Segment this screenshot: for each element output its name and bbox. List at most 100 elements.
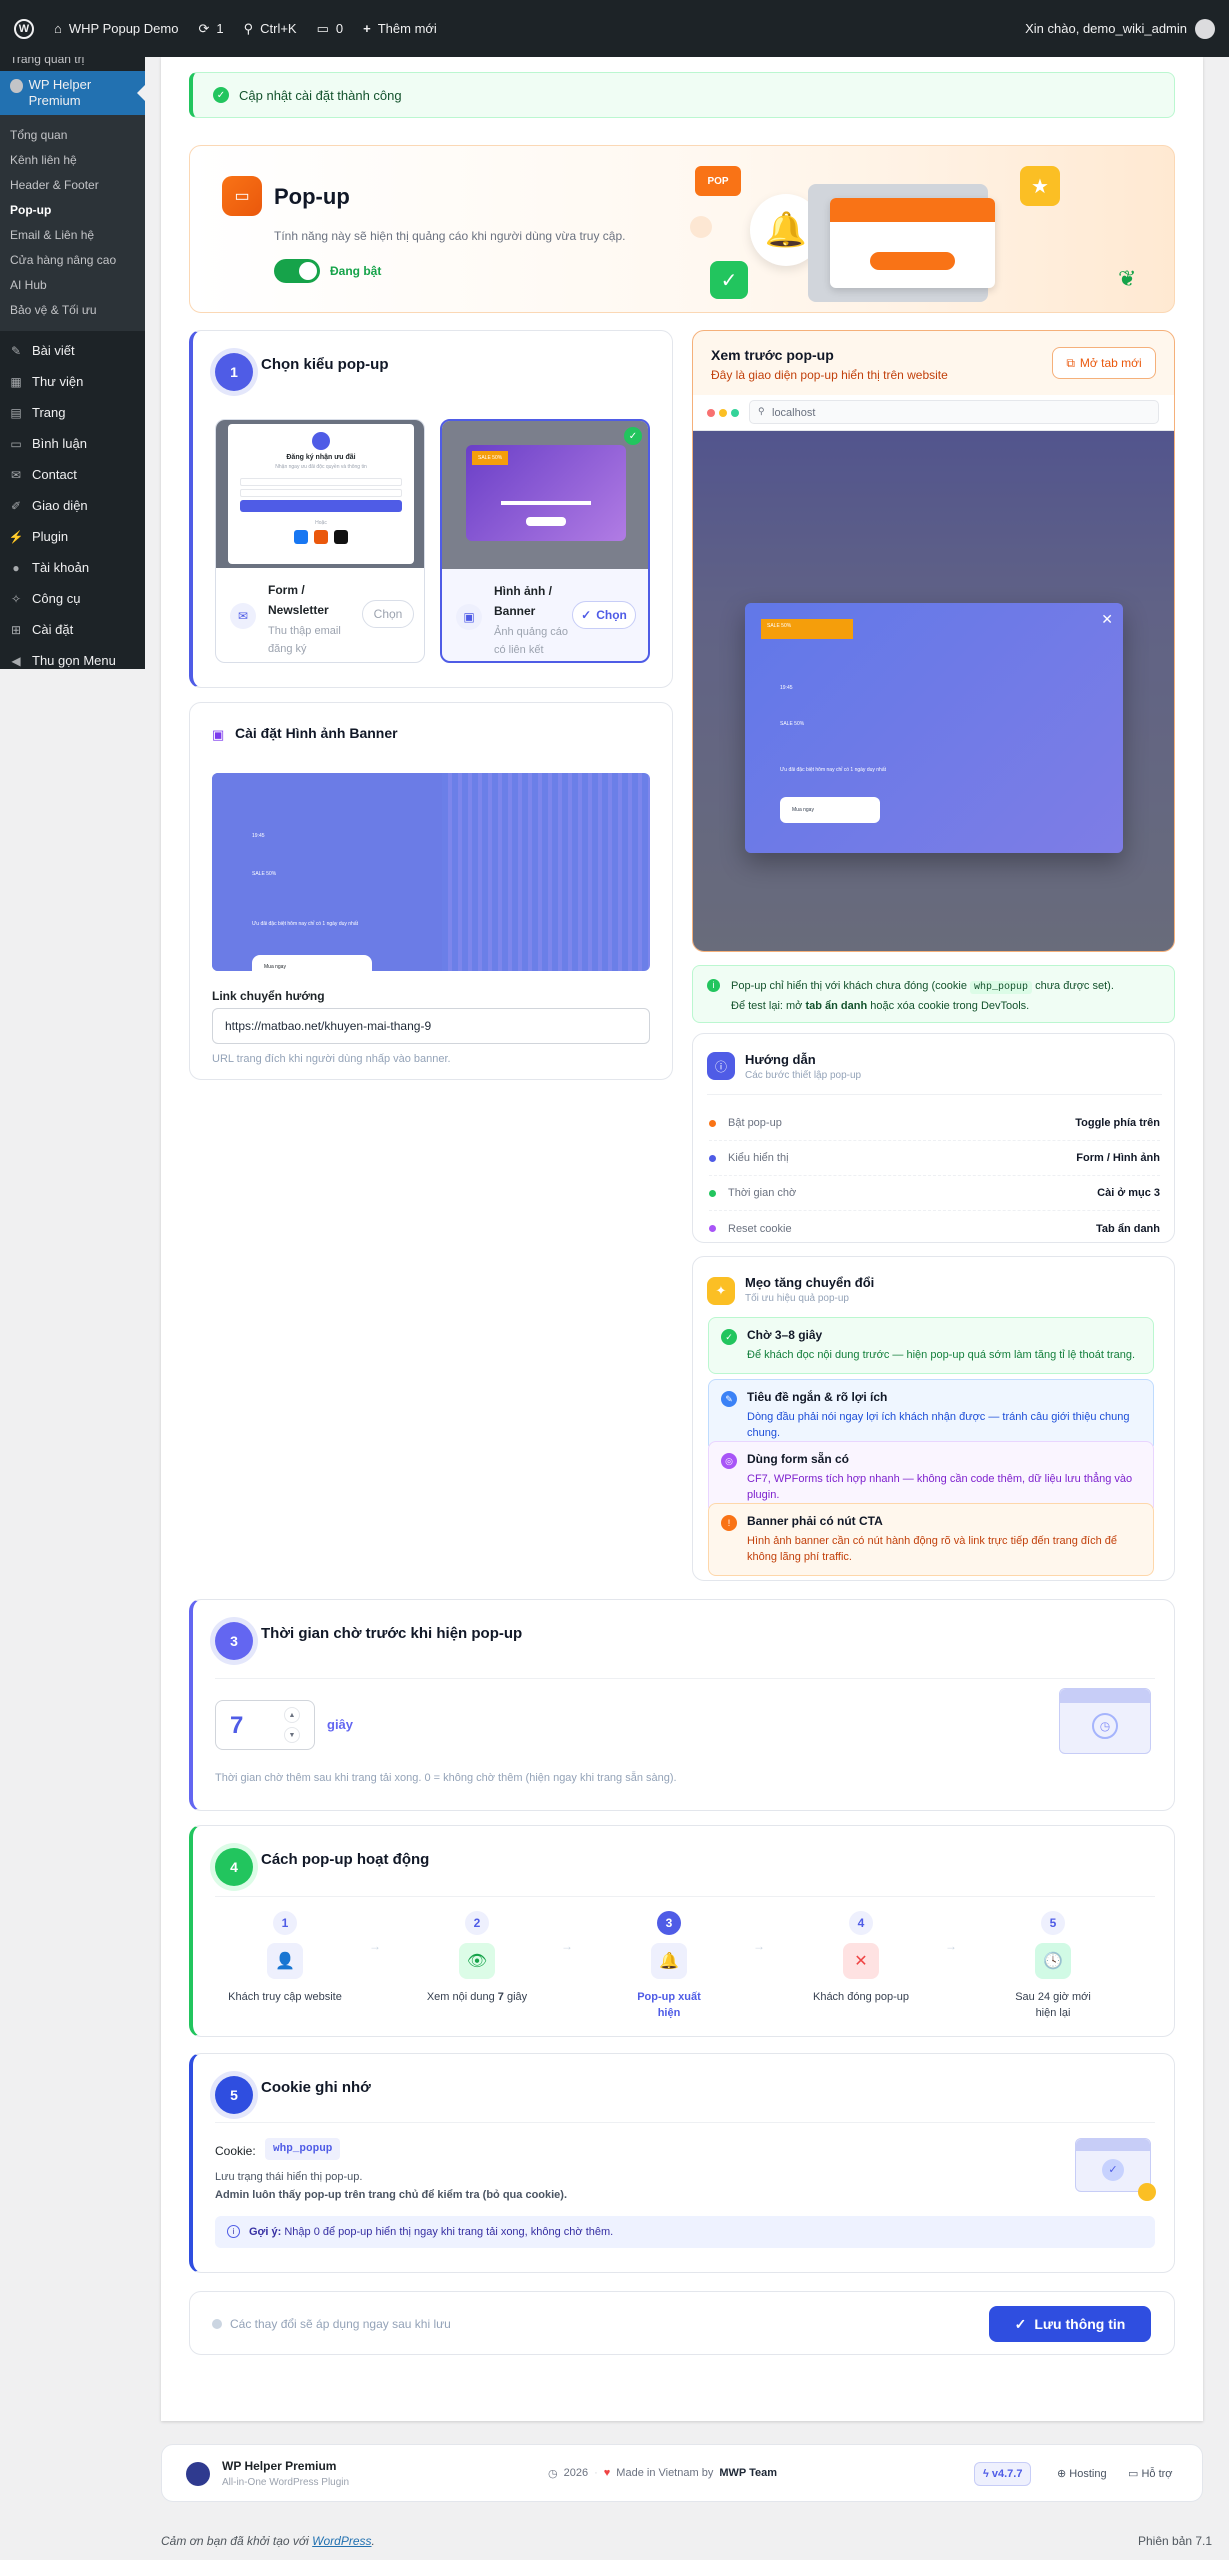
plugin-logo-icon — [186, 2462, 210, 2486]
submenu-item[interactable]: Email & Liên hệ — [0, 223, 145, 248]
cookie-icon — [1138, 2183, 1156, 2201]
select-form-button[interactable]: Chọn — [362, 600, 414, 628]
select-banner-button[interactable]: ✓ Chọn — [572, 601, 636, 629]
hosting-link[interactable]: ⊕ Hosting — [1057, 2467, 1107, 2480]
sidebar-item-dashboard[interactable]: Trang quản trị — [0, 57, 145, 71]
tip-icon: ◎ — [721, 1453, 737, 1469]
updates-link[interactable]: ⟳ 1 — [198, 21, 223, 37]
success-notice: ✓ Cập nhật cài đặt thành công — [189, 72, 1175, 118]
sidebar-item[interactable]: ◀ Thu gọn Menu — [0, 645, 145, 676]
search-shortcut[interactable]: ⚲ Ctrl+K — [244, 21, 297, 37]
lock-icon: ⚲ — [758, 406, 765, 416]
sidebar-item[interactable]: ✧ Công cụ — [0, 583, 145, 614]
search-icon: ⚲ — [243, 20, 254, 36]
page-icon: ▤ — [10, 405, 22, 420]
bullet-dot — [709, 1119, 716, 1127]
section-title: Chọn kiểu pop-up — [261, 356, 389, 373]
form-option-card[interactable]: Đăng ký nhận ưu đãi Nhận ngay ưu đãi độc… — [215, 419, 425, 663]
guide-list: Bật pop-up Toggle phía trên Kiểu hiển thị F… — [709, 1106, 1160, 1246]
enable-toggle[interactable] — [274, 259, 320, 283]
cookie-name-badge: whp_popup — [265, 2138, 341, 2160]
page-title: Pop-up — [274, 184, 350, 209]
settings-icon: ⊞ — [10, 622, 22, 637]
version-badge[interactable]: ϟ v4.7.7 — [974, 2462, 1032, 2486]
delay-input[interactable]: 7 ▲ ▼ — [215, 1700, 315, 1750]
brush-icon: ✐ — [10, 498, 22, 513]
banner-option-card[interactable]: SALE 50% ✓ ▣ Hình ảnh / Banner Ảnh quảng… — [440, 419, 650, 663]
flow-step: 3 🔔 Pop-up xuất hiện — [604, 1911, 734, 2021]
link-input[interactable]: https://matbao.net/khuyen-mai-thang-9 — [212, 1008, 650, 1044]
sidebar-item-wp-helper[interactable]: WP Helper Premium — [0, 71, 145, 115]
user-icon: ● — [12, 560, 20, 575]
media-icon: ▦ — [10, 374, 22, 389]
flow-step: 1 👤 Khách truy cập website — [220, 1911, 350, 2005]
lightbulb-icon: ✦ — [707, 1277, 735, 1305]
sidebar-item[interactable]: ✐ Giao diện — [0, 490, 145, 521]
submenu-item[interactable]: Cửa hàng nâng cao — [0, 248, 145, 273]
submenu-item[interactable]: AI Hub — [0, 273, 145, 298]
guide-icon: ⓘ — [707, 1052, 735, 1080]
submenu-item[interactable]: Tổng quan — [0, 123, 145, 148]
popup-cta-button[interactable]: Mua ngay — [780, 797, 880, 823]
info-icon: i — [227, 2225, 240, 2238]
wp-logo-button[interactable]: W — [14, 18, 34, 39]
comments-link[interactable]: ▭ 0 — [317, 21, 344, 37]
sidebar-item[interactable]: ⚡ Plugin — [0, 521, 145, 552]
info-icon: i — [707, 979, 720, 992]
submenu-item[interactable]: Bảo vệ & Tối ưu — [0, 298, 145, 323]
increment-button[interactable]: ▲ — [284, 1707, 300, 1723]
bullet-dot — [709, 1189, 716, 1197]
submenu-item[interactable]: Kênh liên hệ — [0, 148, 145, 173]
sidebar-item[interactable]: ✎ Bài viết — [0, 335, 145, 366]
wordpress-link[interactable]: WordPress — [312, 2534, 371, 2548]
plugin-footer: WP Helper Premium All-in-One WordPress P… — [161, 2444, 1203, 2502]
star-illustration-icon: ★ — [1020, 166, 1060, 206]
check-icon: ✓ — [213, 87, 229, 103]
new-content-link[interactable]: + Thêm mới — [363, 21, 437, 36]
sidebar-item[interactable]: ▤ Trang — [0, 397, 145, 428]
comment-icon: ▭ — [10, 436, 22, 451]
step-icon: 👤 — [267, 1943, 303, 1979]
clock-icon: ◷ — [1092, 1713, 1118, 1739]
step-icon: 🕓 — [1035, 1943, 1071, 1979]
popup-icon: ▭ — [222, 176, 262, 216]
clock-window-illustration: ◷ — [1059, 1688, 1151, 1754]
wp-footer-thanks: Cảm ơn bạn đã khởi tạo với WordPress. — [161, 2534, 375, 2548]
decrement-button[interactable]: ▼ — [284, 1727, 300, 1743]
guide-row: Reset cookie Tab ẩn danh — [709, 1211, 1160, 1246]
flow-step: 2 👁 Xem nội dung 7 giây — [412, 1911, 542, 2005]
main-content: ✓ Cập nhật cài đặt thành công ▭ Pop-up Tí… — [161, 57, 1203, 2421]
tip-icon: ✎ — [721, 1391, 737, 1407]
selected-check-icon: ✓ — [624, 427, 642, 445]
hero-card: ▭ Pop-up Tính năng này sẽ hiện thị quảng… — [189, 145, 1175, 313]
wordpress-icon: W — [14, 18, 34, 39]
preview-title: Xem trước pop-up — [711, 347, 834, 363]
wrench-icon: ✧ — [10, 591, 22, 606]
heart-icon: ♥ — [603, 2467, 611, 2479]
open-new-tab-button[interactable]: ⧉ Mở tab mới — [1052, 347, 1156, 379]
close-icon[interactable]: ✕ — [1101, 611, 1113, 628]
submenu-item[interactable]: Header & Footer — [0, 173, 145, 198]
delay-card: 3 Thời gian chờ trước khi hiện pop-up 7 … — [189, 1599, 1175, 1811]
admin-bar: W ⌂ WHP Popup Demo ⟳ 1 ⚲ Ctrl+K ▭ 0 + Thêm mớ… — [0, 0, 1229, 57]
sidebar-item[interactable]: ✉ Contact — [0, 459, 145, 490]
sidebar-item[interactable]: ⊞ Cài đặt — [0, 614, 145, 645]
tip-item: ✓ Chờ 3–8 giây Để khách đọc nội dung trước… — [708, 1317, 1154, 1374]
sidebar-submenu: Tổng quan Kênh liên hệ Header & Footer Pop-… — [0, 115, 145, 331]
save-button[interactable]: ✓ Lưu thông tin — [989, 2306, 1151, 2342]
submenu-item[interactable]: Pop-up — [0, 198, 145, 223]
site-name-link[interactable]: ⌂ WHP Popup Demo — [54, 21, 178, 36]
bullet-dot — [709, 1225, 716, 1232]
arrow-icon: → — [561, 1939, 573, 1953]
flow-step: 4 ✕ Khách đóng pop-up — [796, 1911, 926, 2005]
account-menu[interactable]: Xin chào, demo_wiki_admin — [1025, 18, 1215, 39]
sidebar-item[interactable]: ▦ Thư viện — [0, 366, 145, 397]
support-link[interactable]: ▭ Hỗ trợ — [1128, 2467, 1173, 2480]
mail-icon: ✉ — [10, 467, 22, 482]
bolt-icon: ϟ — [983, 2468, 992, 2480]
sidebar-item[interactable]: ● Tài khoản — [0, 552, 145, 583]
sidebar-item[interactable]: ▭ Bình luận — [0, 428, 145, 459]
guide-row: Kiểu hiển thị Form / Hình ảnh — [709, 1141, 1160, 1176]
plus-icon: + — [363, 21, 371, 36]
clock-icon: ◷ — [548, 2468, 558, 2480]
